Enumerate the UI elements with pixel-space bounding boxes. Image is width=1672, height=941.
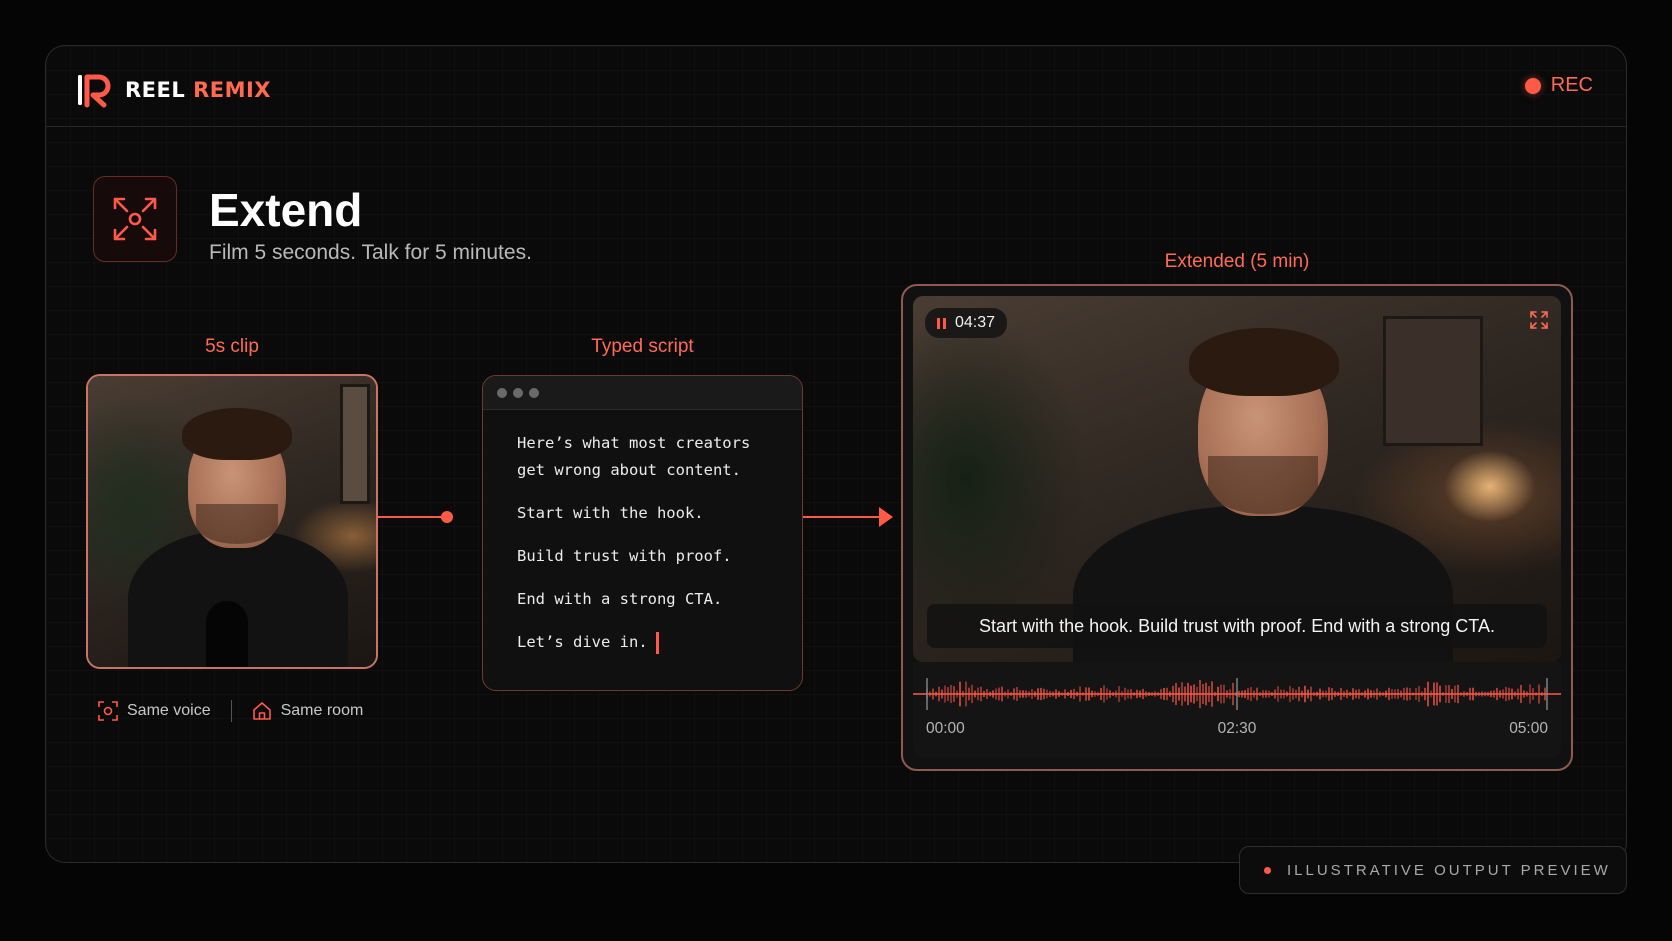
window-dot-icon bbox=[497, 387, 507, 398]
top-bar: REEL REMIX REC bbox=[46, 46, 1626, 127]
script-line: Build trust with proof. bbox=[517, 547, 732, 565]
brand-name: REEL REMIX bbox=[125, 78, 271, 102]
badge-dot-icon bbox=[1264, 866, 1271, 874]
time-mid: 02:30 bbox=[1217, 720, 1257, 737]
script-line: get wrong about content. bbox=[517, 461, 741, 479]
script-editor[interactable]: Here’s what most creators get wrong abou… bbox=[482, 375, 803, 691]
feature-title: Extend bbox=[209, 184, 363, 236]
tag-same-voice-label: Same voice bbox=[127, 702, 211, 719]
source-clip-thumbnail[interactable] bbox=[86, 374, 378, 669]
subtitle-caption: Start with the hook. Build trust with pr… bbox=[927, 604, 1547, 648]
extended-video-player[interactable]: 04:37 Start with the hook. Build trust w… bbox=[901, 284, 1573, 771]
script-line: End with a strong CTA. bbox=[517, 590, 723, 608]
badge-text: ILLUSTRATIVE OUTPUT PREVIEW bbox=[1287, 861, 1611, 879]
tag-divider bbox=[230, 700, 232, 722]
arrow-right-icon bbox=[879, 507, 893, 527]
reel-remix-logo-icon bbox=[78, 74, 111, 108]
brand-logo[interactable]: REEL REMIX bbox=[77, 72, 271, 108]
fullscreen-icon[interactable] bbox=[1529, 310, 1549, 330]
brand-name-reel: REEL bbox=[125, 78, 186, 102]
connector-script-to-output bbox=[803, 516, 881, 518]
feature-subtitle: Film 5 seconds. Talk for 5 minutes. bbox=[209, 241, 532, 264]
script-text[interactable]: Here’s what most creators get wrong abou… bbox=[483, 410, 802, 656]
tag-same-room-label: Same room bbox=[280, 702, 364, 719]
script-line: Start with the hook. bbox=[517, 504, 704, 522]
script-line-text: Let’s dive in. bbox=[517, 633, 648, 651]
script-line: Here’s what most creators bbox=[517, 434, 751, 452]
clip-label: 5s clip bbox=[205, 336, 259, 357]
tag-same-room: Same room bbox=[252, 701, 364, 721]
rec-dot-icon bbox=[1524, 77, 1541, 94]
timeline-labels: 00:00 02:30 05:00 bbox=[926, 720, 1548, 738]
rec-indicator[interactable]: REC bbox=[1524, 74, 1593, 97]
brand-name-remix: REMIX bbox=[193, 78, 271, 102]
time-end: 05:00 bbox=[1509, 720, 1548, 737]
extended-video[interactable]: 04:37 Start with the hook. Build trust w… bbox=[913, 296, 1561, 662]
app-frame: REEL REMIX REC Extend Film 5 seconds. Ta… bbox=[45, 45, 1627, 863]
home-icon bbox=[252, 702, 271, 720]
microphone-icon bbox=[206, 601, 248, 667]
connector-clip-to-script bbox=[378, 516, 446, 518]
expand-arrows-icon bbox=[93, 176, 177, 262]
script-window-bar bbox=[483, 376, 802, 410]
pause-icon bbox=[937, 317, 946, 329]
waveform bbox=[913, 678, 1561, 710]
audio-timeline[interactable]: 00:00 02:30 05:00 bbox=[913, 662, 1561, 758]
text-caret bbox=[655, 631, 659, 654]
rec-label: REC bbox=[1550, 74, 1593, 96]
wall-frame bbox=[340, 384, 370, 504]
script-line-last: Let’s dive in. bbox=[517, 629, 802, 656]
extended-label: Extended (5 min) bbox=[1164, 251, 1310, 272]
scan-face-icon bbox=[98, 701, 118, 721]
timer-value: 04:37 bbox=[955, 314, 996, 331]
connector-dot bbox=[441, 511, 453, 523]
playback-timer[interactable]: 04:37 bbox=[925, 308, 1008, 338]
script-label: Typed script bbox=[591, 336, 694, 357]
tag-same-voice: Same voice bbox=[98, 701, 211, 721]
illustrative-preview-badge: ILLUSTRATIVE OUTPUT PREVIEW bbox=[1239, 846, 1627, 894]
clip-attributes: Same voice Same room bbox=[98, 700, 363, 722]
window-dot-icon bbox=[529, 387, 539, 398]
window-dot-icon bbox=[513, 387, 523, 398]
time-start: 00:00 bbox=[926, 720, 965, 737]
